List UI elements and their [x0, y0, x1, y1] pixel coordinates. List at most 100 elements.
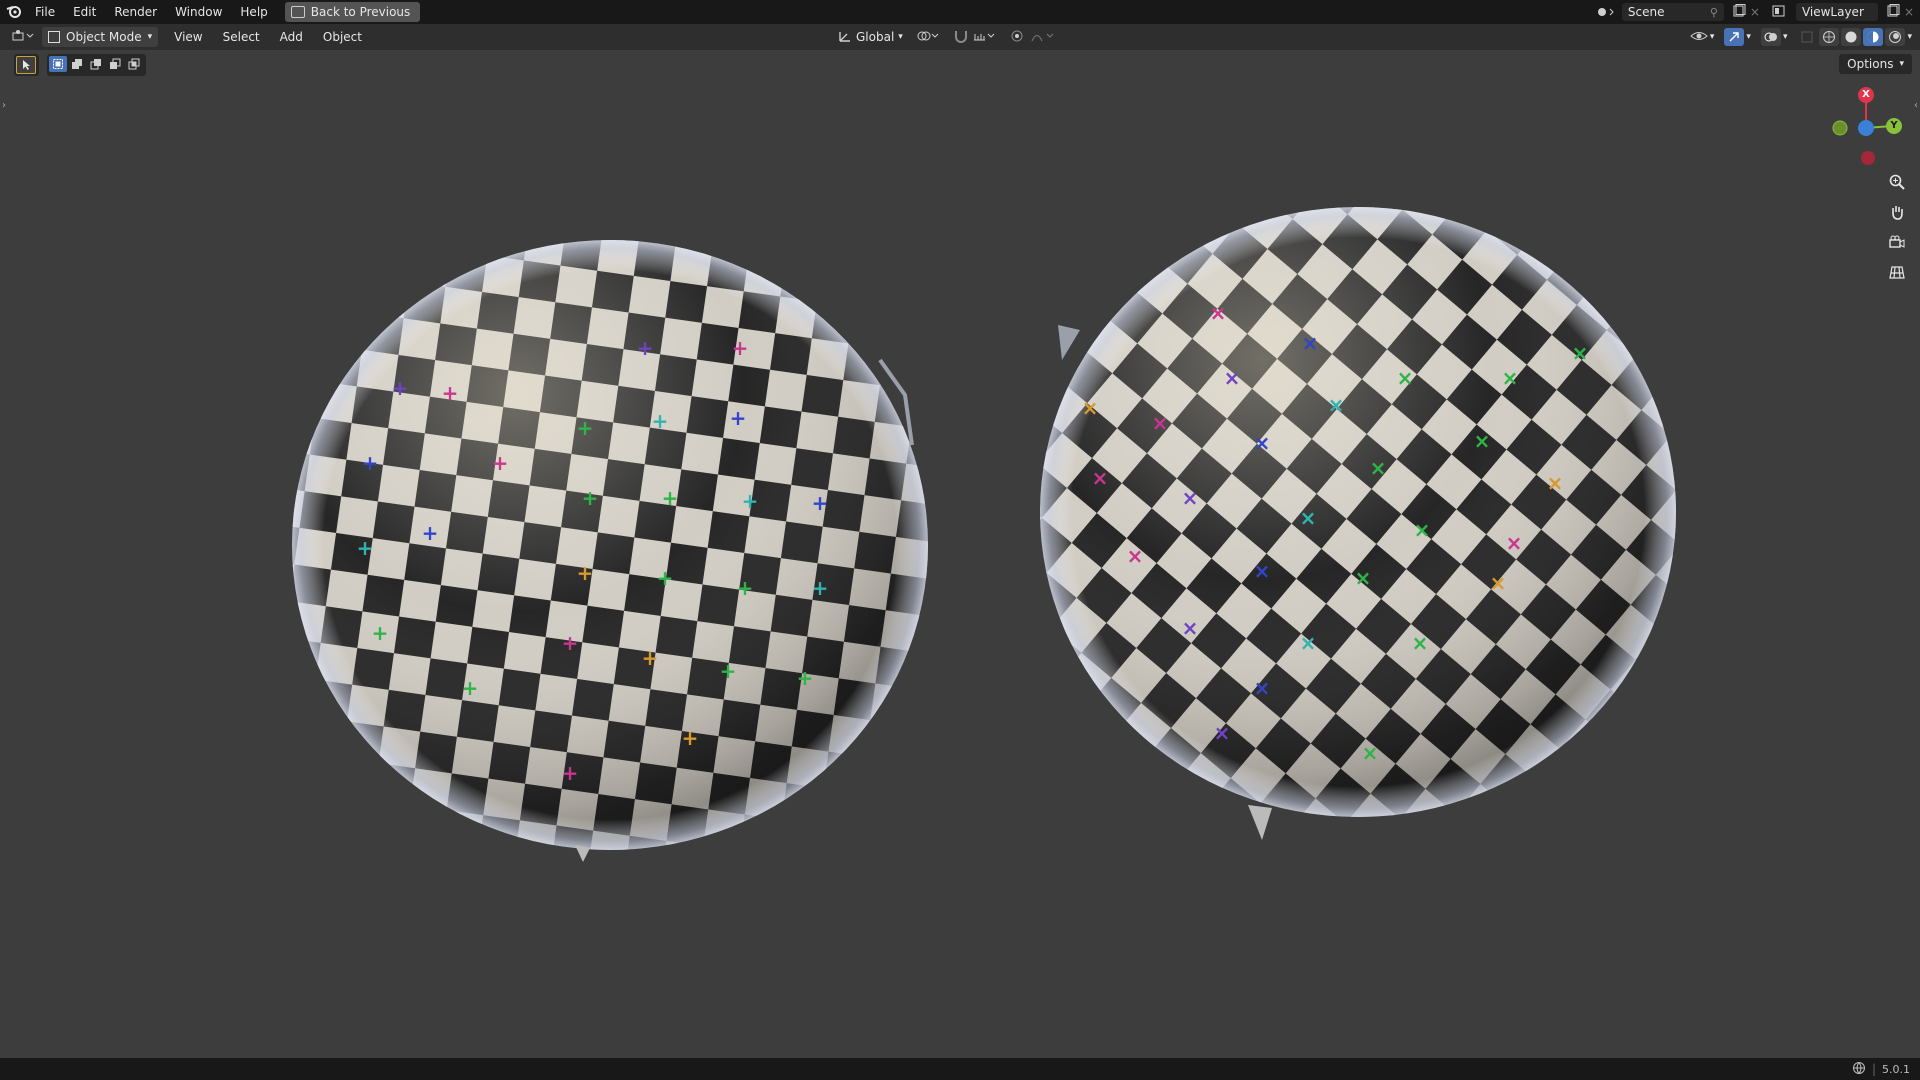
svg-text:×: ×: [1182, 616, 1199, 640]
toolbar-expand-icon[interactable]: ›: [2, 100, 6, 111]
svg-text:+: +: [657, 566, 674, 590]
delete-scene-icon[interactable]: ×: [1750, 5, 1760, 19]
svg-text:+: +: [742, 489, 759, 513]
editor-type-icon[interactable]: [12, 29, 36, 46]
sidebar-expand-icon[interactable]: ‹: [1914, 100, 1918, 111]
x-axis-handle[interactable]: X: [1858, 87, 1874, 103]
svg-text:×: ×: [1214, 721, 1231, 745]
view-layer-field[interactable]: ViewLayer: [1795, 3, 1878, 21]
gizmo-toggle-button[interactable]: [1724, 28, 1745, 46]
options-label: Options: [1847, 57, 1894, 71]
svg-text:×: ×: [1355, 566, 1372, 590]
svg-text:+: +: [422, 521, 439, 545]
scene-type-icon[interactable]: [1596, 4, 1618, 21]
y-axis-handle[interactable]: Y: [1886, 118, 1902, 134]
back-to-previous-button[interactable]: Back to Previous: [284, 2, 421, 22]
svg-text:×: ×: [1127, 544, 1144, 568]
pivot-point-icon[interactable]: [917, 29, 939, 46]
view-layer-icon[interactable]: [1772, 4, 1792, 21]
selection-mode-group: [47, 54, 146, 76]
select-invert-icon[interactable]: [106, 56, 124, 72]
chevron-down-icon: ▾: [1907, 32, 1912, 42]
select-new-icon[interactable]: [49, 56, 67, 72]
x-axis-label: X: [1862, 89, 1870, 100]
overlays-toggle-button[interactable]: [1760, 28, 1781, 46]
svg-text:×: ×: [1412, 631, 1429, 655]
zoom-icon[interactable]: [1884, 169, 1910, 195]
transform-orientation-icon: [838, 29, 852, 46]
main-menu: File Edit Render Window Help Back to Pre…: [0, 0, 421, 24]
right-sphere[interactable]: × × × × × × × × × × × × × × × × × × × × …: [1040, 207, 1676, 840]
menu-render[interactable]: Render: [105, 0, 166, 24]
menu-object[interactable]: Object: [313, 24, 372, 50]
new-scene-icon[interactable]: [1732, 3, 1746, 21]
object-mode-icon: [48, 31, 60, 43]
transform-orientation-dropdown[interactable]: Global: [856, 30, 894, 44]
menu-add[interactable]: Add: [270, 24, 313, 50]
status-bar: | 5.0.1: [0, 1058, 1920, 1080]
version-label: 5.0.1: [1882, 1062, 1910, 1076]
blender-logo-icon[interactable]: [6, 4, 22, 21]
svg-text:+: +: [642, 646, 659, 670]
menu-help[interactable]: Help: [231, 0, 276, 24]
viewport-right-tools: ▾ ▾ ▾ ▾: [1690, 24, 1912, 50]
select-tool-icon[interactable]: [16, 56, 36, 74]
svg-text:+: +: [492, 451, 509, 475]
svg-text:×: ×: [1254, 676, 1271, 700]
chevron-down-icon: ▾: [1709, 32, 1715, 42]
menu-window[interactable]: Window: [166, 0, 231, 24]
chevron-down-icon: ▾: [898, 32, 903, 42]
select-intersect-icon[interactable]: [125, 56, 143, 72]
svg-text:×: ×: [1502, 366, 1519, 390]
menu-edit[interactable]: Edit: [64, 0, 105, 24]
options-dropdown[interactable]: Options ▾: [1839, 54, 1912, 74]
svg-text:×: ×: [1300, 631, 1317, 655]
navigation-gizmo[interactable]: X Y: [1826, 86, 1906, 166]
svg-text:×: ×: [1474, 429, 1491, 453]
svg-text:+: +: [662, 486, 679, 510]
menu-view[interactable]: View: [164, 24, 212, 50]
svg-text:+: +: [362, 451, 379, 475]
select-extend-icon[interactable]: [68, 56, 86, 72]
solid-shading-button[interactable]: [1841, 28, 1862, 46]
rendered-shading-button[interactable]: [1885, 28, 1906, 46]
svg-text:+: +: [812, 576, 829, 600]
svg-text:+: +: [797, 666, 814, 690]
mode-selector[interactable]: Object Mode ▾: [42, 27, 159, 47]
snap-increment-icon[interactable]: [973, 29, 995, 46]
delete-view-layer-icon[interactable]: ×: [1904, 5, 1914, 19]
xray-toggle-button[interactable]: [1797, 28, 1817, 46]
svg-text:+: +: [577, 561, 594, 585]
tool-row: [14, 54, 154, 76]
svg-text:+: +: [730, 406, 747, 430]
svg-text:+: +: [392, 376, 409, 400]
3d-viewport[interactable]: + + + + + + + + + + + + + + + + + + + + …: [0, 50, 1920, 1060]
left-sphere[interactable]: + + + + + + + + + + + + + + + + + + + + …: [292, 240, 928, 862]
pin-icon[interactable]: ⚲: [1710, 6, 1718, 19]
select-subtract-icon[interactable]: [87, 56, 105, 72]
scene-field[interactable]: Scene ⚲: [1621, 3, 1724, 21]
svg-text:×: ×: [1300, 506, 1317, 530]
visibility-icon[interactable]: [1690, 29, 1708, 46]
grid-icon[interactable]: [1884, 259, 1910, 285]
menu-file[interactable]: File: [26, 0, 64, 24]
back-icon: [290, 6, 305, 18]
camera-icon[interactable]: [1884, 229, 1910, 255]
svg-text:+: +: [577, 416, 594, 440]
hand-pan-icon[interactable]: [1884, 199, 1910, 225]
material-preview-shading-button[interactable]: [1863, 28, 1884, 46]
svg-text:+: +: [357, 536, 374, 560]
menu-select[interactable]: Select: [213, 24, 270, 50]
svg-text:×: ×: [1092, 466, 1109, 490]
new-view-layer-icon[interactable]: [1886, 3, 1900, 21]
view-layer-name: ViewLayer: [1801, 5, 1864, 19]
wireframe-shading-button[interactable]: [1819, 28, 1840, 46]
falloff-icon[interactable]: [1031, 29, 1057, 46]
svg-text:×: ×: [1572, 341, 1589, 365]
snap-magnet-icon[interactable]: [953, 29, 969, 46]
topbar-right: Scene ⚲ × ViewLayer ×: [1596, 0, 1920, 24]
proportional-editing-icon[interactable]: [1009, 29, 1025, 46]
svg-text:+: +: [682, 726, 699, 750]
svg-text:×: ×: [1547, 471, 1564, 495]
active-tool-group: [14, 54, 39, 76]
